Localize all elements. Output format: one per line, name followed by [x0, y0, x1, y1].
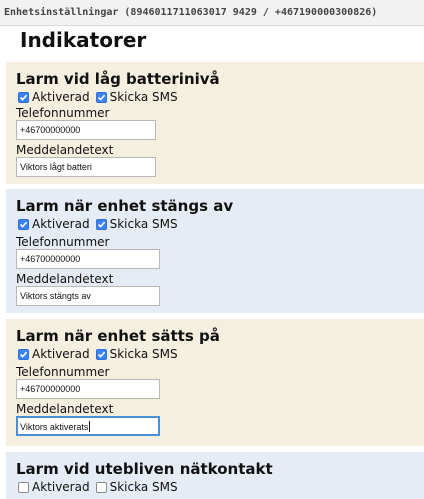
window-title: Enhetsinställningar (8946011711063017 94… [4, 7, 378, 18]
phone-input[interactable]: +46700000000 [16, 379, 160, 399]
section-title: Larm vid låg batterinivå [16, 70, 220, 88]
message-input[interactable]: Viktors lågt batteri [16, 157, 156, 177]
page-title: Indikatorer [20, 28, 147, 52]
send-sms-checkbox[interactable] [95, 91, 107, 103]
send-sms-label: Skicka SMS [109, 347, 178, 361]
checkmark-icon [19, 351, 28, 358]
activated-checkbox[interactable] [18, 348, 29, 360]
activated-label: Aktiverad [32, 347, 90, 361]
section-title: Larm när enhet sätts på [16, 327, 220, 345]
activated-label: Aktiverad [32, 90, 90, 104]
activated-checkbox[interactable] [18, 91, 29, 103]
message-input[interactable]: Viktors aktiverats [16, 416, 160, 436]
send-sms-checkbox[interactable] [95, 218, 107, 230]
checkbox-row: Aktiverad Skicka SMS [18, 480, 184, 494]
section-power-off: Larm när enhet stängs av Aktiverad Skick… [6, 189, 424, 313]
section-title: Larm vid utebliven nätkontakt [16, 460, 273, 478]
checkmark-icon [97, 221, 105, 228]
message-input[interactable]: Viktors stängts av [16, 286, 160, 306]
phone-label: Telefonnummer [16, 365, 110, 379]
send-sms-checkbox[interactable] [95, 348, 107, 360]
message-label: Meddelandetext [16, 402, 114, 416]
phone-input[interactable]: +46700000000 [16, 120, 156, 140]
send-sms-label: Skicka SMS [109, 217, 178, 231]
send-sms-checkbox[interactable] [95, 481, 107, 493]
message-input-text: Viktors aktiverats [20, 422, 89, 432]
activated-label: Aktiverad [32, 217, 90, 231]
section-no-network: Larm vid utebliven nätkontakt Aktiverad … [6, 452, 424, 499]
checkmark-icon [19, 221, 28, 228]
send-sms-label: Skicka SMS [109, 90, 178, 104]
phone-label: Telefonnummer [16, 106, 110, 120]
window-titlebar: Enhetsinställningar (8946011711063017 94… [0, 0, 424, 26]
checkbox-row: Aktiverad Skicka SMS [18, 90, 184, 104]
phone-input[interactable]: +46700000000 [16, 249, 160, 269]
activated-checkbox[interactable] [18, 218, 29, 230]
checkmark-icon [97, 94, 105, 101]
checkbox-row: Aktiverad Skicka SMS [18, 347, 184, 361]
section-power-on: Larm när enhet sätts på Aktiverad Skicka… [6, 319, 424, 446]
send-sms-label: Skicka SMS [109, 480, 178, 494]
section-low-battery: Larm vid låg batterinivå Aktiverad Skick… [6, 62, 424, 184]
section-title: Larm när enhet stängs av [16, 197, 234, 215]
text-caret [89, 421, 91, 432]
checkmark-icon [19, 94, 28, 101]
phone-label: Telefonnummer [16, 235, 110, 249]
activated-checkbox[interactable] [18, 481, 29, 493]
checkbox-row: Aktiverad Skicka SMS [18, 217, 184, 231]
checkmark-icon [97, 351, 105, 358]
message-label: Meddelandetext [16, 272, 114, 286]
message-label: Meddelandetext [16, 143, 114, 157]
activated-label: Aktiverad [32, 480, 90, 494]
